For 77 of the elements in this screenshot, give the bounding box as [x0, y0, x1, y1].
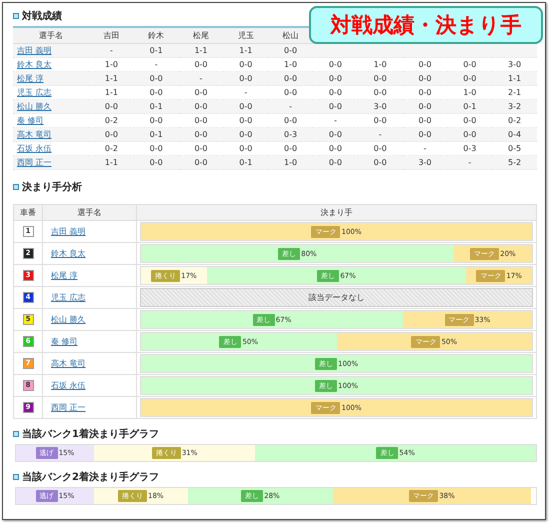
column-header: 児玉	[223, 27, 268, 44]
table-cell: 3-0	[358, 100, 403, 114]
player-link[interactable]: 石坂 永伍	[17, 144, 52, 153]
table-cell: 5-2	[492, 156, 537, 170]
table-cell: -	[268, 100, 313, 114]
table-cell: 0-0	[358, 72, 403, 86]
table-cell: 0-0	[358, 156, 403, 170]
table-cell: 0-0	[312, 100, 358, 114]
table-cell: 0-1	[447, 100, 492, 114]
column-header: 車番	[14, 204, 42, 220]
section-title: 決まり手分析	[22, 180, 82, 194]
table-cell: 0-0	[223, 72, 268, 86]
table-cell: 0-1	[134, 44, 179, 58]
section-icon	[13, 474, 19, 480]
table-cell: 1-1	[89, 156, 134, 170]
player-link[interactable]: 吉田 義明	[51, 227, 86, 236]
table-cell: 0-3	[268, 128, 313, 142]
table-cell: 0-0	[178, 156, 224, 170]
table-cell: 1-1	[178, 44, 224, 58]
table-cell: 0-0	[134, 156, 179, 170]
table-cell: 3-0	[402, 156, 448, 170]
section-icon	[13, 184, 19, 190]
table-cell: -	[447, 156, 492, 170]
table-cell: 0-0	[402, 72, 448, 86]
player-link[interactable]: 西岡 正一	[51, 403, 86, 412]
table-cell: 0-4	[492, 128, 537, 142]
table-cell: 0-0	[223, 100, 268, 114]
section-title: 当該バンク1着決まり手グラフ	[22, 427, 159, 441]
table-cell: 1-0	[268, 156, 313, 170]
table-cell: -	[358, 128, 403, 142]
player-link[interactable]: 秦 修司	[17, 116, 44, 125]
table-cell: 0-0	[402, 100, 448, 114]
player-link[interactable]: 松尾 淳	[51, 271, 78, 280]
player-link[interactable]: 児玉 広志	[51, 293, 86, 302]
table-cell: 0-0	[447, 72, 492, 86]
column-header: 吉田	[89, 27, 134, 44]
column-header: 決まり手	[136, 204, 536, 220]
table-cell: 0-0	[178, 128, 224, 142]
table-cell: 0-0	[312, 128, 358, 142]
table-cell: 0-1	[134, 100, 179, 114]
table-cell: 0-0	[178, 100, 224, 114]
table-cell: 0-0	[447, 128, 492, 142]
player-link[interactable]: 松山 勝久	[51, 315, 86, 324]
table-cell: -	[89, 44, 134, 58]
table-cell: 0-0	[268, 72, 313, 86]
table-cell: 0-1	[223, 156, 268, 170]
table-cell: 0-0	[312, 72, 358, 86]
section-title: 対戦成績	[22, 9, 62, 23]
table-cell: 1-1	[89, 72, 134, 86]
section-icon	[13, 431, 19, 437]
table-cell: 1-1	[223, 44, 268, 58]
section-icon	[13, 13, 19, 19]
table-cell: 0-0	[402, 128, 448, 142]
column-header: 選手名	[42, 204, 136, 220]
table-cell: 0-0	[312, 156, 358, 170]
banner-title: 対戦成績・決まり手	[309, 6, 543, 44]
table-cell: -	[178, 72, 224, 86]
player-link[interactable]: 児玉 広志	[17, 88, 52, 97]
section-title: 当該バンク2着決まり手グラフ	[22, 470, 159, 484]
player-link[interactable]: 鈴木 良太	[17, 60, 52, 69]
table-cell: 0-0	[134, 72, 179, 86]
table-cell: 0-0	[89, 100, 134, 114]
player-link[interactable]: 高木 竜司	[51, 359, 86, 368]
column-header: 松尾	[178, 27, 224, 44]
column-header: 松山	[268, 27, 313, 44]
table-cell: 0-0	[223, 128, 268, 142]
table-cell: 0-1	[134, 128, 179, 142]
player-link[interactable]: 鈴木 良太	[51, 249, 86, 258]
no-data-text: 該当データなし	[140, 288, 533, 307]
table-cell: 1-1	[492, 72, 537, 86]
column-header: 選手名	[13, 27, 89, 44]
table-cell: 0-0	[268, 44, 313, 58]
column-header: 鈴木	[134, 27, 179, 44]
player-link[interactable]: 秦 修司	[51, 337, 78, 346]
table-cell: 0-0	[89, 128, 134, 142]
player-link[interactable]: 石坂 永伍	[51, 381, 86, 390]
table-cell: 3-2	[492, 100, 537, 114]
